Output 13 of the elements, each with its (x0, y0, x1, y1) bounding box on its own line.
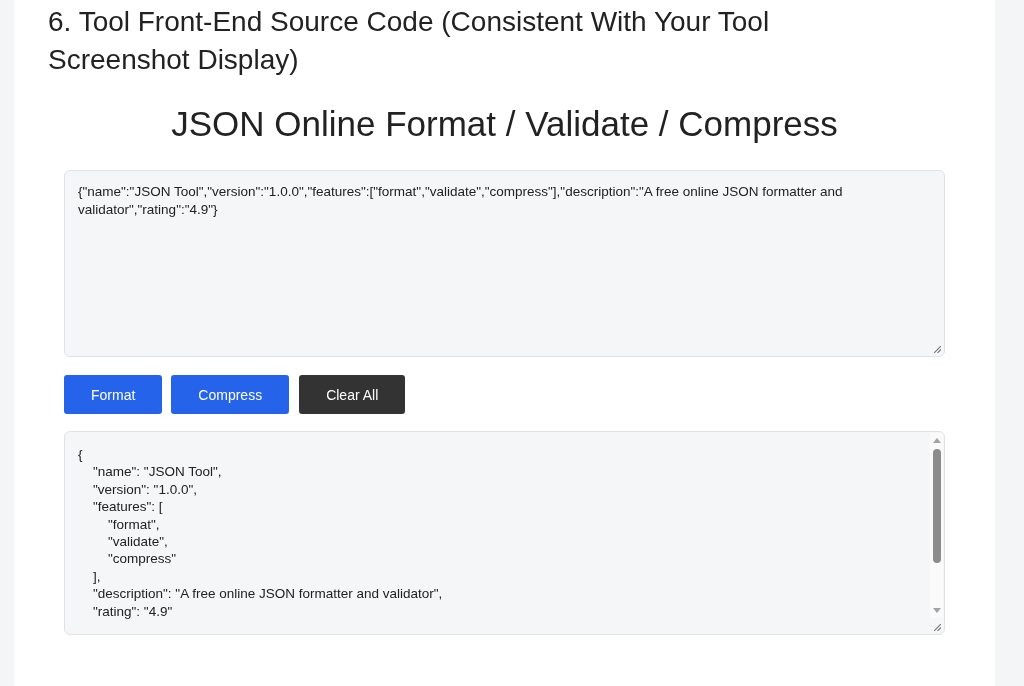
action-button[interactable]: Compress (171, 375, 290, 414)
section-heading: 6. Tool Front-End Source Code (Consistent With Your Tool Screenshot Display) (48, 5, 771, 77)
tool-title: JSON Online Format / Validate / Compress (170, 103, 839, 145)
json-output-field[interactable]: { "name": "JSON Tool", "version": "1.0.0", "features": [ "format", "validate", "compress" ], "description": "A free online JSON formatter and validator", "rating": "4.9" (64, 431, 945, 635)
down-arrow-icon[interactable] (932, 608, 941, 613)
scrollbar-thumb[interactable] (932, 449, 941, 563)
json-input-field[interactable]: {"name":"JSON Tool","version":"1.0.0","features":["format","validate","compress"],"description":"A free online JSON formatter and validator","rating":"4.9"} (64, 170, 945, 357)
clear-button[interactable]: Clear All (299, 375, 406, 414)
resize-grip-icon[interactable] (934, 346, 941, 353)
scrollbar[interactable] (930, 433, 943, 618)
action-button[interactable]: Format (64, 375, 163, 414)
resize-grip-icon[interactable] (934, 624, 941, 631)
up-arrow-icon[interactable] (932, 438, 941, 443)
